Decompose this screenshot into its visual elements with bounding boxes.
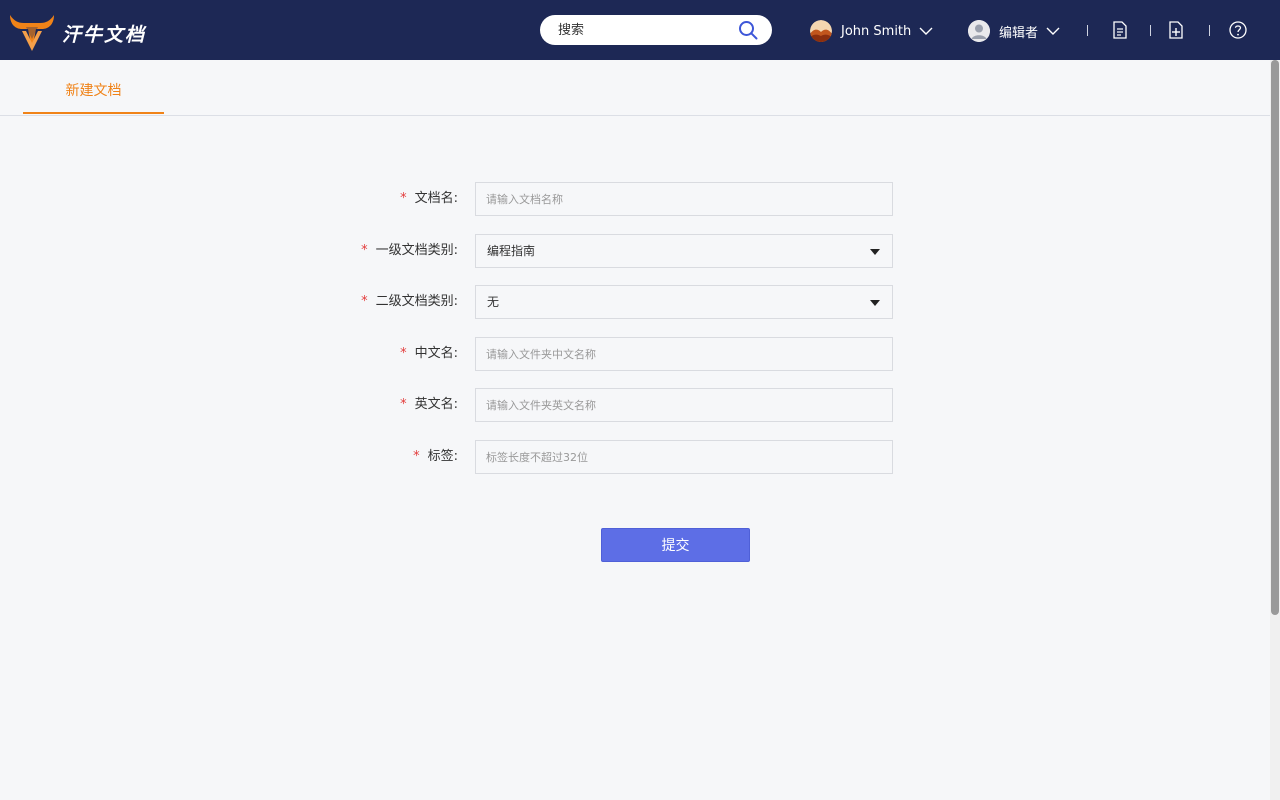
doc-name-input[interactable] <box>476 183 892 215</box>
chevron-down-icon <box>1046 27 1060 35</box>
secondary-category-value: 无 <box>487 295 500 309</box>
caret-down-icon <box>870 249 880 255</box>
doc-name-label: 文档名: <box>414 191 458 206</box>
tab-bar: 新建文档 <box>0 60 1270 116</box>
secondary-category-select[interactable]: 无 <box>475 285 893 319</box>
form-row-secondary-category: * 二级文档类别: 无 <box>0 285 1270 319</box>
english-name-label: 英文名: <box>414 397 458 412</box>
required-mark: * <box>400 346 407 361</box>
help-icon[interactable] <box>1228 20 1248 40</box>
form-row-doc-name: * 文档名: <box>0 182 1270 216</box>
role-label: 编辑者 <box>999 25 1039 41</box>
form-row-primary-category: * 一级文档类别: 编程指南 <box>0 234 1270 268</box>
chevron-down-icon <box>919 27 933 35</box>
english-name-field[interactable] <box>475 388 893 422</box>
required-mark: * <box>400 191 407 206</box>
required-mark: * <box>361 294 368 309</box>
field-label: * 一级文档类别: <box>361 234 458 268</box>
tags-label: 标签: <box>427 449 458 464</box>
divider <box>1209 25 1210 36</box>
form-row-english-name: * 英文名: <box>0 388 1270 422</box>
user-name: John Smith <box>841 23 912 39</box>
english-name-input[interactable] <box>476 389 892 421</box>
primary-category-label: 一级文档类别: <box>375 243 458 258</box>
chinese-name-label: 中文名: <box>414 346 458 361</box>
user-menu[interactable]: John Smith <box>810 19 933 43</box>
chinese-name-field[interactable] <box>475 337 893 371</box>
tags-field[interactable] <box>475 440 893 474</box>
brand-title[interactable]: 汗牛文档 <box>62 20 146 47</box>
divider <box>1150 25 1151 36</box>
secondary-category-label: 二级文档类别: <box>375 294 458 309</box>
field-label: * 二级文档类别: <box>361 285 458 319</box>
top-navbar: 汗牛文档 John Smith 编辑者 <box>0 0 1280 60</box>
chinese-name-input[interactable] <box>476 338 892 370</box>
primary-category-value: 编程指南 <box>487 244 536 258</box>
new-document-icon[interactable] <box>1166 20 1186 40</box>
field-label: * 标签: <box>413 440 458 474</box>
field-label: * 文档名: <box>400 182 458 216</box>
caret-down-icon <box>870 300 880 306</box>
bull-logo-icon[interactable] <box>8 9 56 53</box>
tab-new-document[interactable]: 新建文档 <box>23 60 164 114</box>
doc-name-field[interactable] <box>475 182 893 216</box>
field-label: * 中文名: <box>400 337 458 371</box>
form-row-tags: * 标签: <box>0 440 1270 474</box>
user-avatar <box>810 20 832 42</box>
scrollbar-thumb[interactable] <box>1271 60 1279 615</box>
document-icon[interactable] <box>1110 20 1130 40</box>
required-mark: * <box>361 243 368 258</box>
tags-input[interactable] <box>476 441 892 473</box>
divider <box>1087 25 1088 36</box>
required-mark: * <box>400 397 407 412</box>
submit-button[interactable]: 提交 <box>601 528 750 562</box>
form-row-chinese-name: * 中文名: <box>0 337 1270 371</box>
search-icon[interactable] <box>738 20 758 40</box>
search-input[interactable] <box>558 15 738 45</box>
required-mark: * <box>413 449 420 464</box>
role-avatar <box>968 20 990 42</box>
field-label: * 英文名: <box>400 388 458 422</box>
primary-category-select[interactable]: 编程指南 <box>475 234 893 268</box>
role-menu[interactable]: 编辑者 <box>968 19 1060 43</box>
